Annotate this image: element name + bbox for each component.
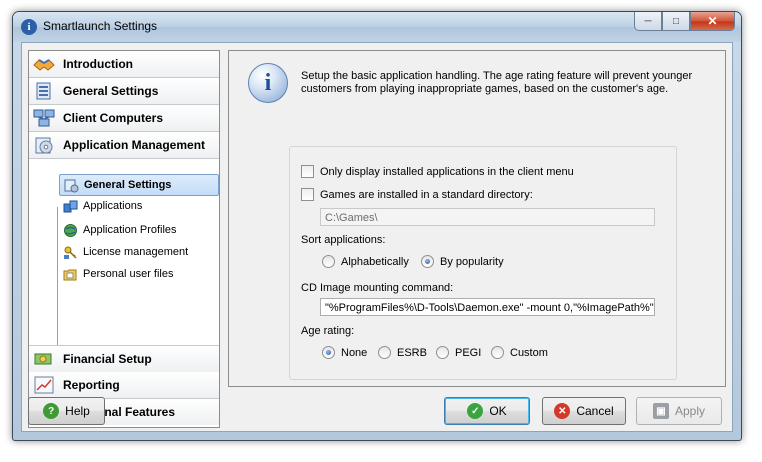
nav-introduction-label: Introduction xyxy=(63,57,133,71)
only-installed-label: Only display installed applications in t… xyxy=(320,165,574,178)
only-installed-checkbox[interactable] xyxy=(301,165,314,178)
apply-button-label: Apply xyxy=(674,404,706,418)
subitem-general-settings[interactable]: General Settings xyxy=(59,174,219,196)
age-custom-label: Custom xyxy=(510,346,548,359)
network-computers-icon xyxy=(33,108,55,128)
sort-popularity-label: By popularity xyxy=(440,255,504,268)
sort-popularity-option[interactable]: By popularity xyxy=(421,255,504,268)
close-button[interactable]: ✕ xyxy=(690,12,735,31)
help-button-label: Help xyxy=(65,404,90,418)
settings-window: i Smartlaunch Settings ─ □ ✕ Introductio… xyxy=(12,11,742,441)
minimize-button[interactable]: ─ xyxy=(634,12,662,31)
standard-dir-checkbox[interactable] xyxy=(301,188,314,201)
title-bar[interactable]: i Smartlaunch Settings ─ □ ✕ xyxy=(13,12,741,42)
navigation-panel: Introduction General Settings Client Com… xyxy=(28,50,220,428)
subitem-license-management-label: License management xyxy=(83,246,189,258)
nav-general-settings[interactable]: General Settings xyxy=(29,78,219,105)
nav-reporting-label: Reporting xyxy=(63,378,120,392)
nav-financial-setup[interactable]: Financial Setup xyxy=(29,345,219,373)
help-icon: ? xyxy=(43,403,60,419)
keys-icon xyxy=(63,245,78,260)
sort-popularity-radio[interactable] xyxy=(421,255,434,268)
subitem-applications-label: Applications xyxy=(83,200,143,212)
subitem-personal-user-files[interactable]: Personal user files xyxy=(59,264,217,284)
age-rating-label: Age rating: xyxy=(301,325,355,337)
subitem-application-profiles[interactable]: Application Profiles xyxy=(59,220,217,240)
subitem-applications[interactable]: Applications xyxy=(59,196,217,216)
cd-command-label: CD Image mounting command: xyxy=(301,282,454,294)
age-none-option[interactable]: None xyxy=(322,346,367,359)
app-settings-icon xyxy=(64,178,79,193)
floppy-icon: ▣ xyxy=(652,403,669,419)
settings-list-icon xyxy=(33,81,55,101)
age-pegi-label: PEGI xyxy=(455,346,482,359)
content-panel: i Setup the basic application handling. … xyxy=(228,50,726,387)
client-area: Introduction General Settings Client Com… xyxy=(21,42,733,432)
maximize-icon: □ xyxy=(672,15,680,27)
info-icon: i xyxy=(248,63,288,103)
app-icon: i xyxy=(21,19,37,35)
subitem-application-profiles-label: Application Profiles xyxy=(83,224,177,236)
window-title: Smartlaunch Settings xyxy=(43,19,158,33)
settings-group: Only display installed applications in t… xyxy=(289,146,677,380)
caption-buttons: ─ □ ✕ xyxy=(634,12,735,31)
subitem-general-settings-label: General Settings xyxy=(84,179,172,191)
age-esrb-radio[interactable] xyxy=(378,346,391,359)
age-esrb-option[interactable]: ESRB xyxy=(378,346,427,359)
chart-icon xyxy=(33,375,55,395)
disc-icon xyxy=(33,135,55,155)
cancel-button-label: Cancel xyxy=(576,404,614,418)
help-button[interactable]: ? Help xyxy=(28,397,105,425)
standard-dir-row[interactable]: Games are installed in a standard direct… xyxy=(301,188,533,201)
age-custom-radio[interactable] xyxy=(491,346,504,359)
nav-application-management-label: Application Management xyxy=(63,138,206,152)
sort-alphabetically-radio[interactable] xyxy=(322,255,335,268)
nav-introduction[interactable]: Introduction xyxy=(29,51,219,78)
ok-button[interactable]: ✓ OK xyxy=(444,397,530,425)
only-installed-row[interactable]: Only display installed applications in t… xyxy=(301,165,574,178)
nav-client-computers[interactable]: Client Computers xyxy=(29,105,219,132)
age-pegi-radio[interactable] xyxy=(436,346,449,359)
standard-dir-input[interactable]: C:\Games\ xyxy=(320,208,655,226)
tree-line xyxy=(57,207,58,362)
cd-command-input[interactable]: "%ProgramFiles%\D-Tools\Daemon.exe" -mou… xyxy=(320,298,655,316)
globe-icon xyxy=(63,223,78,238)
age-none-radio[interactable] xyxy=(322,346,335,359)
cancel-icon: ✕ xyxy=(554,403,571,419)
age-none-label: None xyxy=(341,346,368,359)
maximize-button[interactable]: □ xyxy=(662,12,690,31)
money-icon xyxy=(33,349,55,369)
sort-alphabetically-label: Alphabetically xyxy=(341,255,409,268)
age-esrb-label: ESRB xyxy=(397,346,427,359)
check-icon: ✓ xyxy=(467,403,484,419)
folder-icon xyxy=(63,267,78,282)
ok-button-label: OK xyxy=(489,404,507,418)
standard-dir-label: Games are installed in a standard direct… xyxy=(320,188,533,201)
subitem-personal-user-files-label: Personal user files xyxy=(83,268,174,280)
nav-client-computers-label: Client Computers xyxy=(63,111,164,125)
cancel-button[interactable]: ✕ Cancel xyxy=(542,397,626,425)
age-pegi-option[interactable]: PEGI xyxy=(436,346,481,359)
close-icon: ✕ xyxy=(707,14,718,28)
nav-application-management[interactable]: Application Management xyxy=(29,132,219,159)
sort-alphabetically-option[interactable]: Alphabetically xyxy=(322,255,409,268)
minimize-icon: ─ xyxy=(644,15,652,27)
handshake-icon xyxy=(33,54,55,74)
apply-button[interactable]: ▣ Apply xyxy=(636,397,722,425)
puzzle-icon xyxy=(63,199,78,214)
info-description: Setup the basic application handling. Th… xyxy=(301,70,693,95)
nav-financial-setup-label: Financial Setup xyxy=(63,352,152,366)
age-custom-option[interactable]: Custom xyxy=(491,346,548,359)
nav-general-settings-label: General Settings xyxy=(63,84,159,98)
nav-reporting[interactable]: Reporting xyxy=(29,372,219,399)
subitem-license-management[interactable]: License management xyxy=(59,242,217,262)
sort-label: Sort applications: xyxy=(301,234,386,246)
